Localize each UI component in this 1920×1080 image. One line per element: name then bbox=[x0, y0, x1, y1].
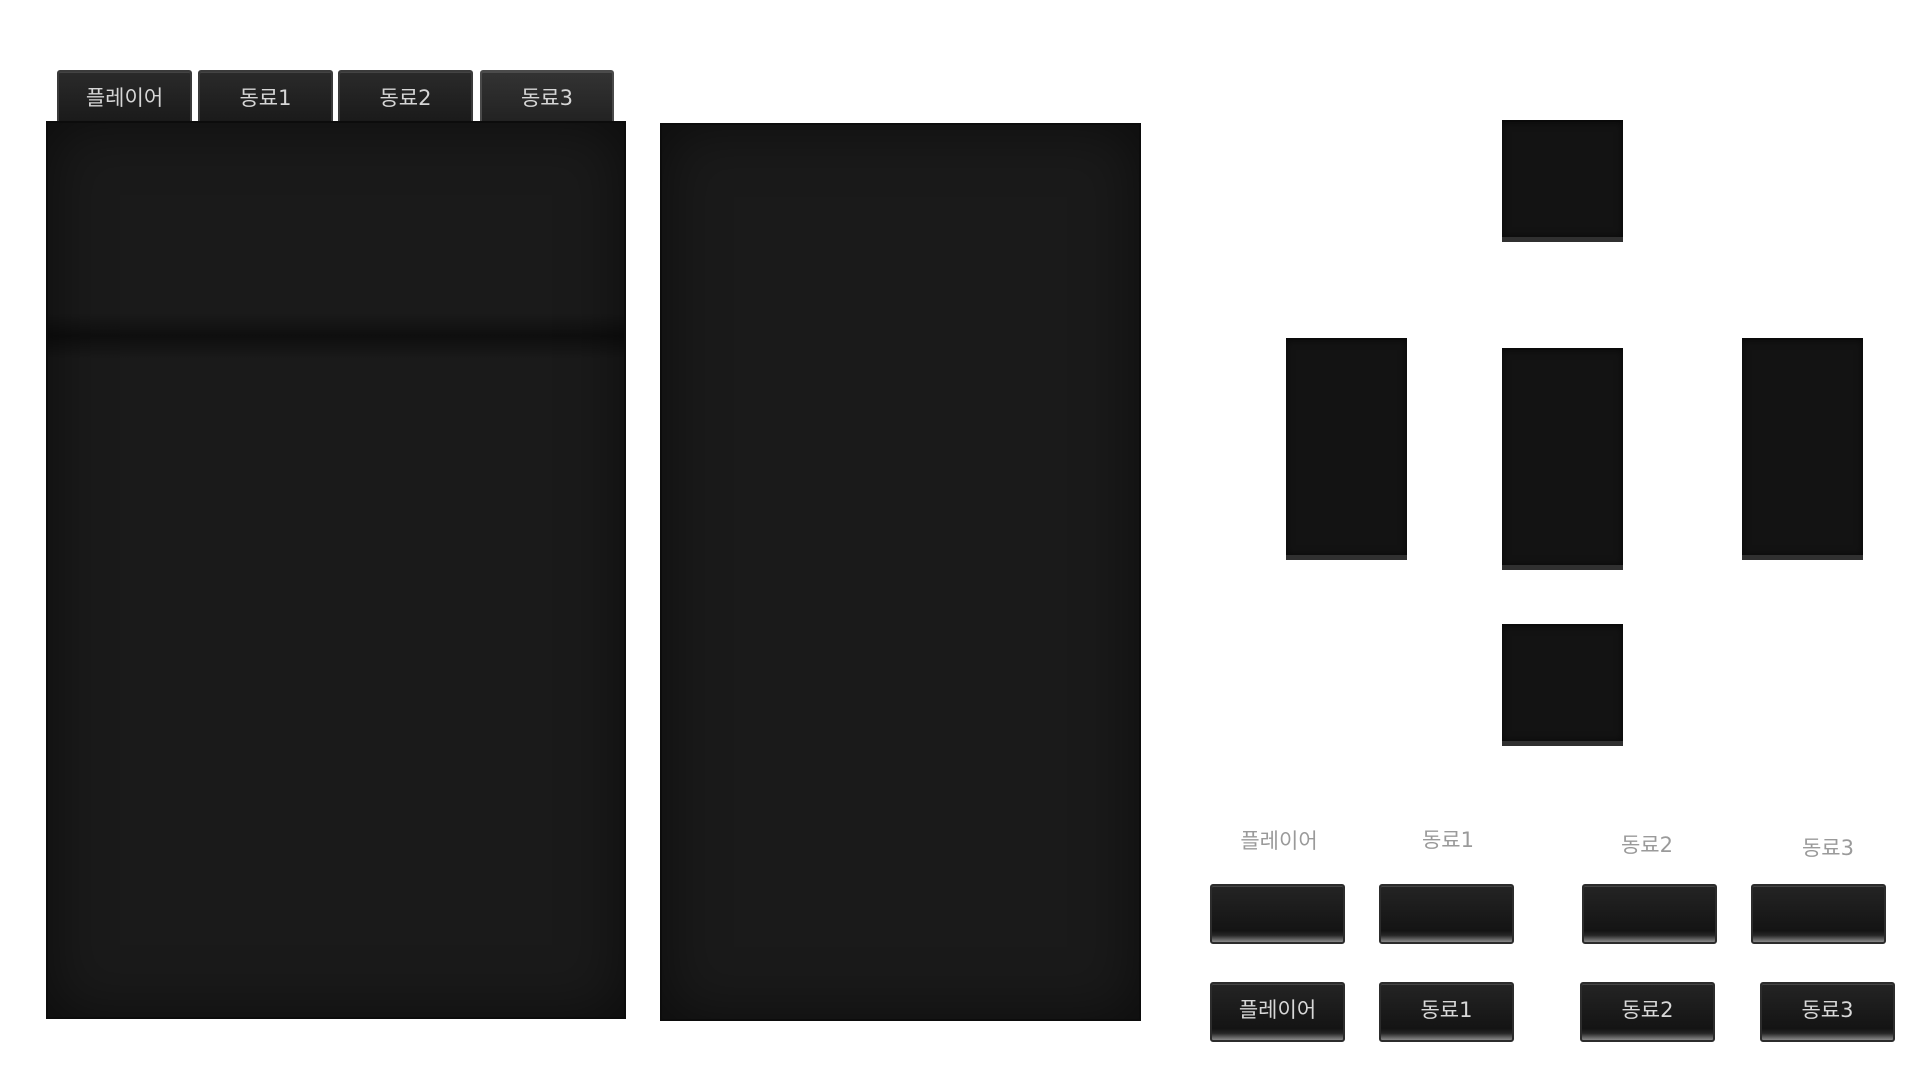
companion-2-button[interactable]: 동료2 bbox=[1580, 982, 1715, 1042]
equipment-slot-body[interactable] bbox=[1502, 348, 1623, 570]
character-panel bbox=[46, 121, 626, 1019]
companion-1-button[interactable]: 동료1 bbox=[1379, 982, 1514, 1042]
label-companion-1: 동료1 bbox=[1421, 828, 1474, 852]
equipment-slot-left[interactable] bbox=[1286, 338, 1407, 560]
companion-3-button[interactable]: 동료3 bbox=[1760, 982, 1895, 1042]
inventory-panel bbox=[660, 123, 1141, 1021]
equipment-slot-head[interactable] bbox=[1502, 120, 1623, 242]
tab-companion-3[interactable]: 동료3 bbox=[480, 70, 614, 122]
label-player: 플레이어 bbox=[1240, 829, 1318, 853]
player-button[interactable]: 플레이어 bbox=[1210, 982, 1345, 1042]
slot-button-player[interactable] bbox=[1210, 884, 1345, 944]
panel-divider bbox=[48, 313, 624, 359]
tab-companion-2[interactable]: 동료2 bbox=[338, 70, 473, 122]
slot-button-companion-1[interactable] bbox=[1379, 884, 1514, 944]
label-companion-2: 동료2 bbox=[1620, 833, 1673, 857]
label-companion-3: 동료3 bbox=[1801, 836, 1854, 860]
slot-button-companion-3[interactable] bbox=[1751, 884, 1886, 944]
tab-companion-1[interactable]: 동료1 bbox=[198, 70, 333, 122]
slot-button-companion-2[interactable] bbox=[1582, 884, 1717, 944]
equipment-slot-feet[interactable] bbox=[1502, 624, 1623, 746]
tab-player[interactable]: 플레이어 bbox=[57, 70, 192, 122]
equipment-slot-right[interactable] bbox=[1742, 338, 1863, 560]
